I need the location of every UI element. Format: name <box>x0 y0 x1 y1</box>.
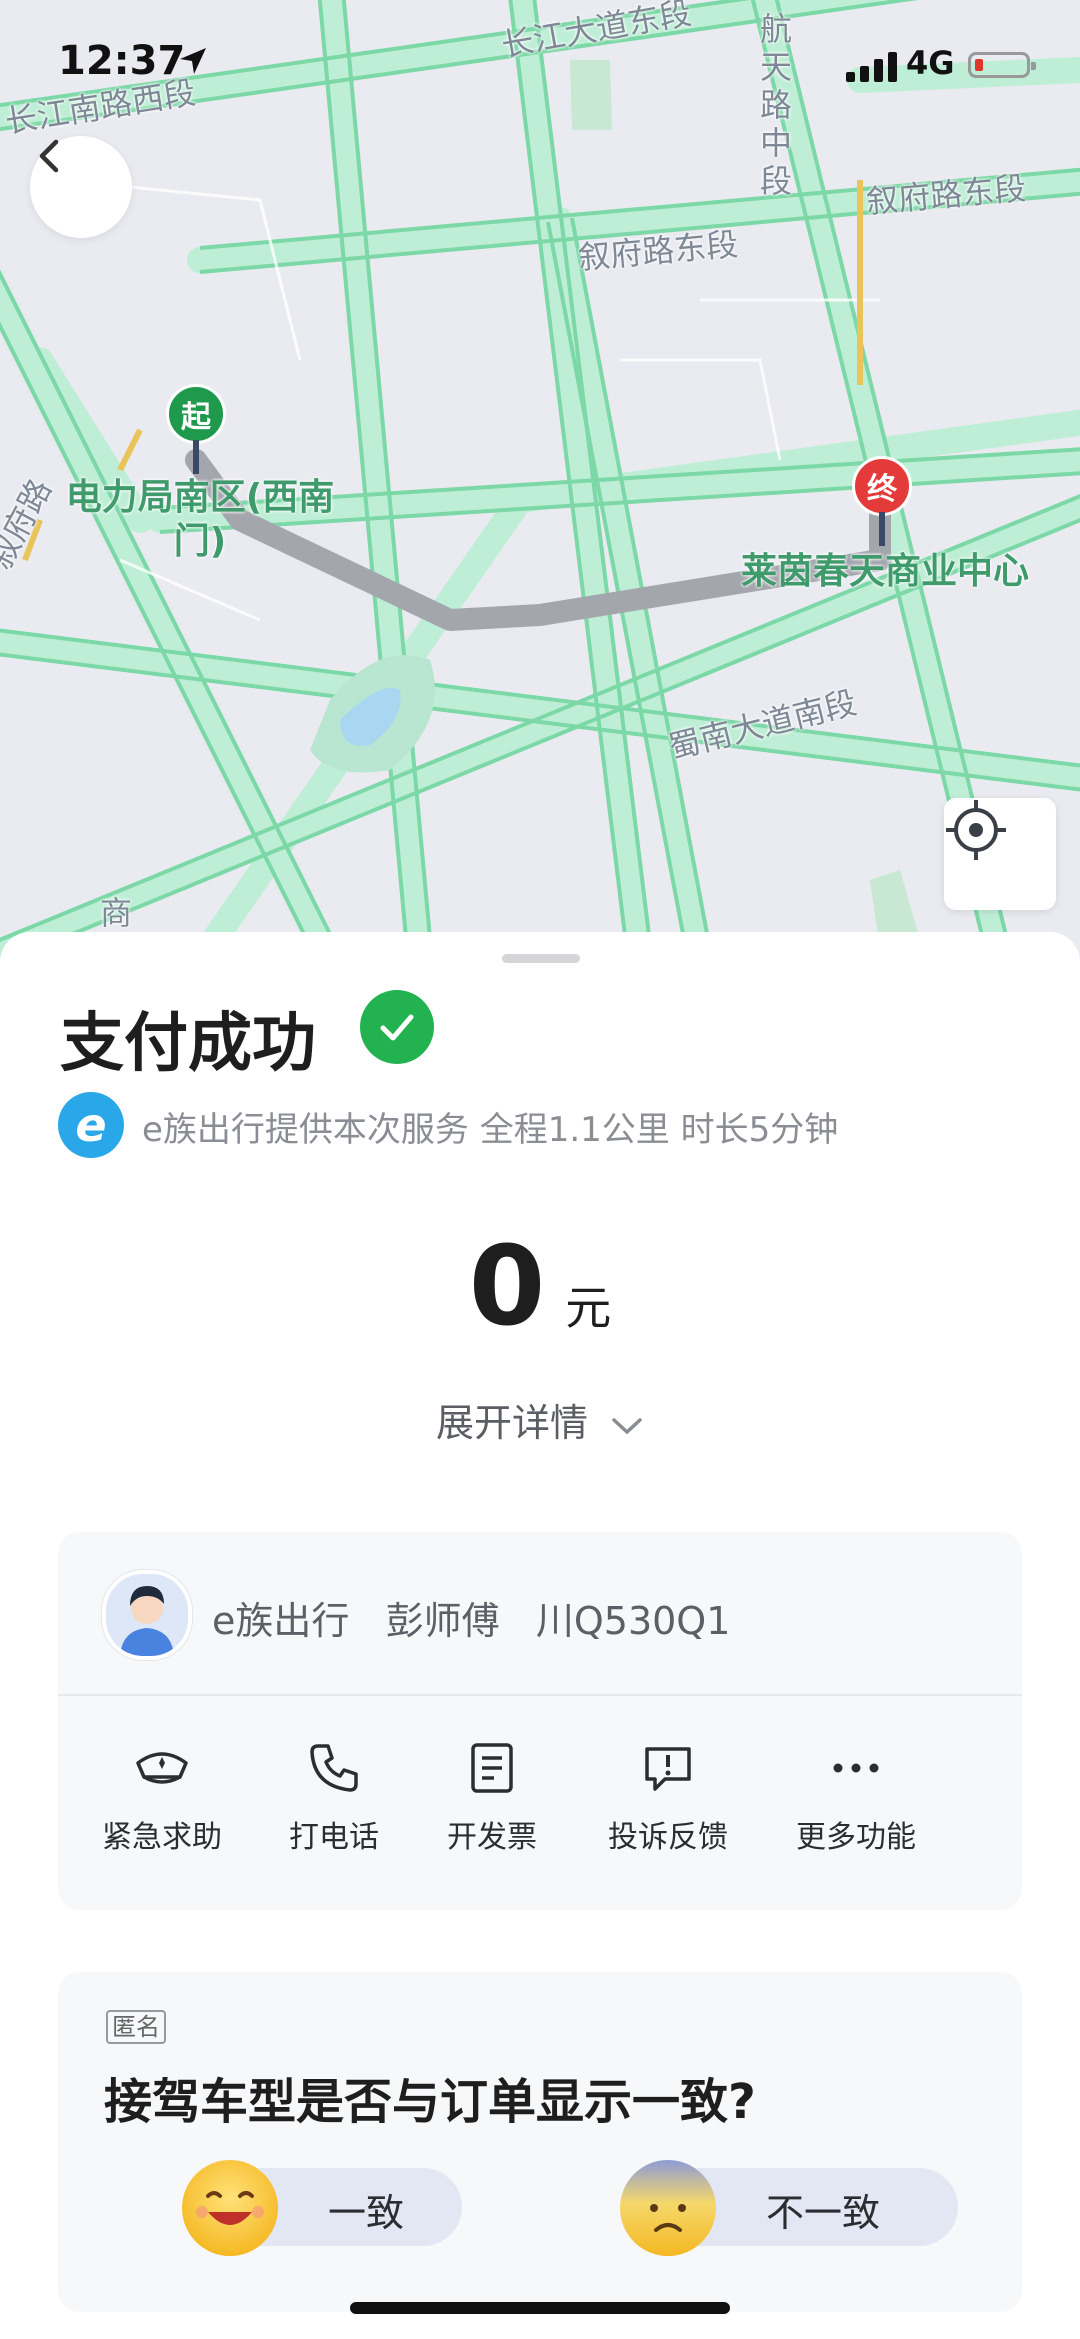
police-hat-icon <box>136 1752 188 1784</box>
survey-option-inconsistent[interactable]: 不一致 <box>620 2160 958 2256</box>
action-label: 投诉反馈 <box>608 1820 728 1855</box>
option-label: 一致 <box>328 2191 405 2235</box>
service-logo-icon: e <box>58 1092 124 1158</box>
service-summary: e族出行提供本次服务 全程1.1公里 时长5分钟 <box>142 1110 839 1150</box>
fare-unit: 元 <box>565 1281 612 1335</box>
action-bar: 紧急求助 打电话 开发票 投诉反馈 更多功能 <box>58 1738 1022 1878</box>
start-marker-stem <box>193 440 199 474</box>
battery-icon <box>968 52 1036 78</box>
start-location-label: 电力局南区(西南门) <box>65 477 335 562</box>
chevron-left-icon <box>39 139 59 173</box>
action-label: 紧急求助 <box>102 1820 222 1855</box>
signal-icon <box>846 52 897 82</box>
action-label: 开发票 <box>447 1820 537 1855</box>
check-circle-icon <box>360 990 434 1064</box>
complaint-button[interactable]: 投诉反馈 <box>578 1738 758 1856</box>
option-label: 不一致 <box>766 2191 881 2235</box>
survey-card: 匿名 接驾车型是否与订单显示一致? 一致 不一致 <box>58 1972 1022 2312</box>
fare-number: 0 <box>468 1222 546 1350</box>
driver-card: e族出行 彭师傅 川Q530Q1 紧急求助 打电话 开发票 投诉反馈 更多功能 <box>58 1532 1022 1910</box>
more-functions-button[interactable]: 更多功能 <box>766 1738 946 1856</box>
status-bar: 12:37 4G <box>0 0 1080 130</box>
locate-button[interactable] <box>944 798 1056 910</box>
end-marker-icon: 终 <box>852 456 912 516</box>
sheet-handle[interactable] <box>502 954 580 963</box>
location-arrow-icon <box>180 48 206 74</box>
end-marker-stem <box>879 512 885 546</box>
driver-info: e族出行 彭师傅 川Q530Q1 <box>212 1599 731 1643</box>
call-button[interactable]: 打电话 <box>244 1738 424 1856</box>
fare-amount: 0元 <box>0 1222 1080 1350</box>
survey-option-consistent[interactable]: 一致 <box>182 2160 462 2256</box>
payment-status-title: 支付成功 <box>60 1007 316 1081</box>
back-button[interactable] <box>30 136 132 238</box>
expand-details-button[interactable]: 展开详情 <box>0 1392 1080 1447</box>
driver-avatar <box>102 1570 192 1660</box>
action-label: 更多功能 <box>796 1820 916 1855</box>
locate-target-icon <box>946 800 1006 860</box>
sad-face-icon <box>620 2160 716 2256</box>
survey-question: 接驾车型是否与订单显示一致? <box>104 2074 756 2130</box>
status-time: 12:37 <box>58 38 186 84</box>
happy-face-icon <box>182 2160 278 2256</box>
more-icon <box>833 1763 879 1773</box>
end-location-label: 莱茵春天商业中心 <box>740 551 1029 592</box>
home-indicator[interactable] <box>350 2302 730 2314</box>
phone-icon <box>310 1744 358 1792</box>
action-label: 打电话 <box>289 1820 379 1855</box>
road-label: 商 <box>100 894 133 932</box>
anonymous-badge: 匿名 <box>106 2010 166 2044</box>
route-map[interactable]: 长江大道东段 长江南路西段 航天路中段 叙府路东段 叙府路东段 叙府路 蜀南大道… <box>0 0 1080 960</box>
network-type: 4G <box>906 44 955 82</box>
order-sheet: 支付成功 e e族出行提供本次服务 全程1.1公里 时长5分钟 0元 展开详情 … <box>0 932 1080 2339</box>
complaint-icon <box>645 1747 691 1791</box>
emergency-help-button[interactable]: 紧急求助 <box>72 1738 252 1856</box>
divider <box>58 1694 1022 1696</box>
expand-details-label: 展开详情 <box>435 1401 588 1445</box>
invoice-icon <box>471 1743 513 1793</box>
start-marker-icon: 起 <box>166 384 226 444</box>
chevron-down-icon <box>612 1417 642 1434</box>
invoice-button[interactable]: 开发票 <box>402 1738 582 1856</box>
